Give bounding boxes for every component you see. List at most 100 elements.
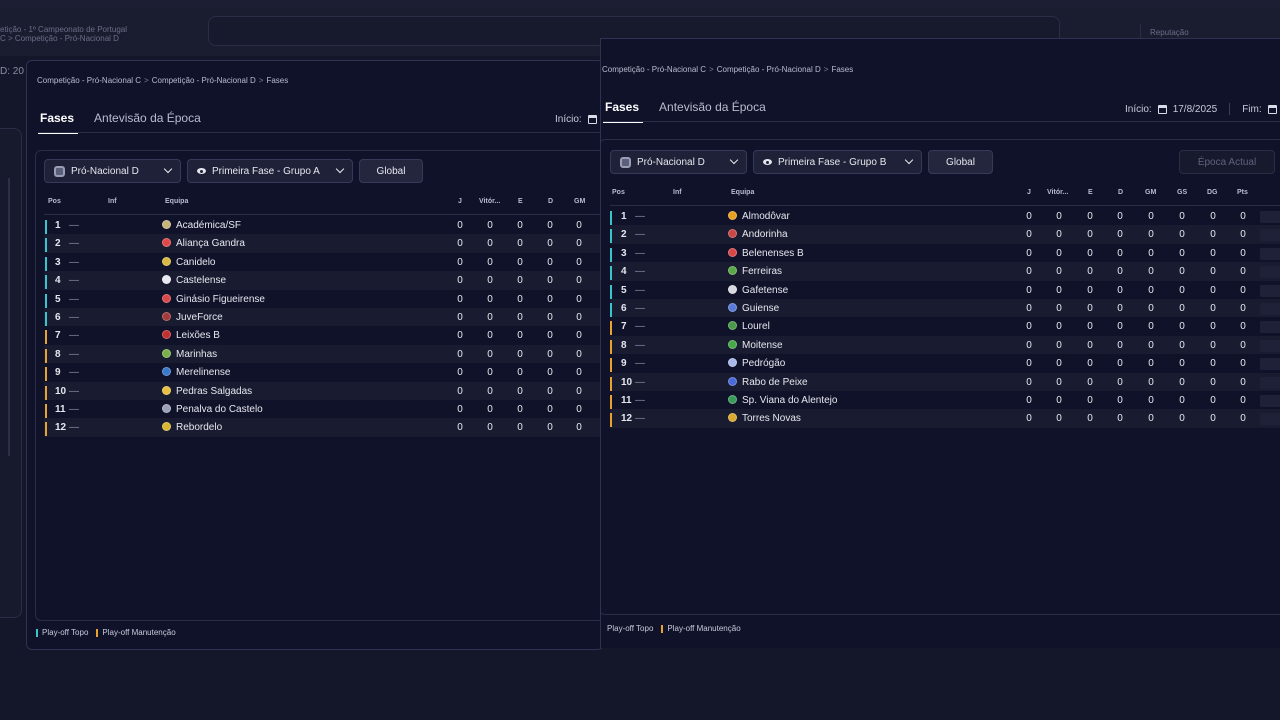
team-cell[interactable]: Rabo de Peixe <box>728 376 808 388</box>
table-row[interactable]: 12— Rebordelo 0 0 0 0 0 <box>44 418 603 437</box>
row-position: 10 <box>55 385 67 397</box>
column-inf[interactable]: Inf <box>108 198 117 205</box>
position-change-icon: — <box>69 404 79 415</box>
column-goal-difference[interactable]: DG <box>1207 189 1218 196</box>
team-cell[interactable]: Pedras Salgadas <box>162 385 252 397</box>
table-row[interactable]: 4 — Castelense 0 0 0 0 0 <box>44 271 603 290</box>
tab-divider <box>38 132 603 133</box>
table-row[interactable]: 6 — JuveForce 0 0 0 0 0 <box>44 308 603 327</box>
column-wins[interactable]: Vitór... <box>479 198 500 205</box>
breadcrumb-item[interactable]: Competição - Pró-Nacional C <box>37 76 141 85</box>
table-row[interactable]: 2 — Andorinha 0 0 0 0 0 0 0 0 <box>610 225 1280 244</box>
calendar-icon[interactable] <box>1267 104 1277 114</box>
table-row[interactable]: 12— Torres Novas 0 0 0 0 0 0 0 0 <box>610 409 1280 428</box>
current-season-button[interactable]: Época Actual <box>1179 150 1275 174</box>
phase-dropdown[interactable]: Primeira Fase - Grupo B <box>753 150 922 174</box>
column-pos[interactable]: Pos <box>612 189 625 196</box>
column-team[interactable]: Equipa <box>165 198 188 205</box>
competition-dropdown[interactable]: Pró-Nacional D <box>610 150 747 174</box>
table-row[interactable]: 10— Pedras Salgadas 0 0 0 0 0 <box>44 381 603 400</box>
phase-dropdown-value: Primeira Fase - Grupo A <box>212 165 320 177</box>
team-cell[interactable]: Gafetense <box>728 284 788 296</box>
global-button[interactable]: Global <box>359 159 423 183</box>
table-row[interactable]: 3 — Canidelo 0 0 0 0 0 <box>44 253 603 271</box>
team-cell[interactable]: Belenenses B <box>728 247 804 259</box>
row-position: 1 <box>621 211 627 222</box>
calendar-icon[interactable] <box>1157 104 1167 114</box>
column-goals-for[interactable]: GM <box>1145 189 1156 196</box>
team-cell[interactable]: Andorinha <box>728 229 788 240</box>
stat-j: 0 <box>457 348 463 360</box>
column-draws[interactable]: E <box>1088 189 1093 196</box>
column-played[interactable]: J <box>458 198 462 205</box>
table-row[interactable]: 7 — Leixões B 0 0 0 0 0 <box>44 326 603 345</box>
table-row[interactable]: 2 — Aliança Gandra 0 0 0 0 0 <box>44 234 603 253</box>
tab-phases[interactable]: Fases <box>38 111 79 134</box>
table-row[interactable]: 11— Penalva do Castelo 0 0 0 0 0 <box>44 400 603 418</box>
tab-season-preview[interactable]: Antevisão da Época <box>659 100 766 123</box>
breadcrumb-item[interactable]: Competição - Pró-Nacional C <box>602 65 706 74</box>
team-cell[interactable]: Ginásio Figueirense <box>162 293 265 305</box>
team-cell[interactable]: Almodôvar <box>728 211 790 222</box>
start-date-value[interactable]: 17/8/2025 <box>1173 104 1218 115</box>
column-losses[interactable]: D <box>1118 189 1123 196</box>
team-cell[interactable]: Merelinense <box>162 367 230 378</box>
team-name: Leixões B <box>176 330 220 342</box>
team-name: Castelense <box>176 275 227 287</box>
table-row[interactable]: 1 — Almodôvar 0 0 0 0 0 0 0 0 <box>610 207 1280 225</box>
table-row[interactable]: 1 — Académica/SF 0 0 0 0 0 <box>44 216 603 234</box>
column-goals-against[interactable]: GS <box>1177 189 1187 196</box>
phase-dropdown[interactable]: Primeira Fase - Grupo A <box>187 159 353 183</box>
table-row[interactable]: 6 — Guiense 0 0 0 0 0 0 0 0 <box>610 299 1280 318</box>
team-cell[interactable]: Pedrógão <box>728 358 785 369</box>
team-cell[interactable]: Moitense <box>728 339 783 351</box>
legend-playoff-relegation: Play-off Manutenção <box>667 624 741 633</box>
team-cell[interactable]: Lourel <box>728 321 770 332</box>
column-wins[interactable]: Vitór... <box>1047 189 1068 196</box>
stat-pts: 0 <box>1240 303 1246 314</box>
team-cell[interactable]: Leixões B <box>162 330 220 341</box>
column-points[interactable]: Pts <box>1237 189 1248 196</box>
breadcrumb-item[interactable]: Competição - Pró-Nacional D <box>717 65 821 74</box>
team-cell[interactable]: JuveForce <box>162 312 223 323</box>
column-goals-for[interactable]: GM <box>574 198 585 205</box>
team-cell[interactable]: Torres Novas <box>728 413 801 424</box>
table-row[interactable]: 9 — Merelinense 0 0 0 0 0 <box>44 363 603 382</box>
column-played[interactable]: J <box>1027 189 1031 196</box>
table-row[interactable]: 5 — Gafetense 0 0 0 0 0 0 0 0 <box>610 281 1280 299</box>
table-row[interactable]: 11— Sp. Viana do Alentejo 0 0 0 0 0 0 0 0 <box>610 391 1280 409</box>
stat-w: 0 <box>1056 376 1062 388</box>
tab-season-preview[interactable]: Antevisão da Época <box>94 111 201 134</box>
breadcrumb-item[interactable]: Competição - Pró-Nacional D <box>152 76 256 85</box>
team-cell[interactable]: Guiense <box>728 303 779 314</box>
column-pos[interactable]: Pos <box>48 198 61 205</box>
table-row[interactable]: 7 — Lourel 0 0 0 0 0 0 0 0 <box>610 317 1280 336</box>
team-cell[interactable]: Castelense <box>162 275 226 286</box>
calendar-icon[interactable] <box>587 115 597 124</box>
team-cell[interactable]: Penalva do Castelo <box>162 404 263 415</box>
tab-phases[interactable]: Fases <box>603 100 644 123</box>
table-row[interactable]: 10— Rabo de Peixe 0 0 0 0 0 0 0 0 <box>610 372 1280 391</box>
playoff-relegation-marker <box>661 624 664 633</box>
stat-j: 0 <box>457 367 463 379</box>
table-row[interactable]: 8 — Marinhas 0 0 0 0 0 <box>44 344 603 364</box>
team-cell[interactable]: Académica/SF <box>162 220 241 231</box>
table-row[interactable]: 5 — Ginásio Figueirense 0 0 0 0 0 <box>44 290 603 308</box>
team-cell[interactable]: Marinhas <box>162 348 217 360</box>
team-cell[interactable]: Canidelo <box>162 256 215 268</box>
table-row[interactable]: 3 — Belenenses B 0 0 0 0 0 0 0 0 <box>610 244 1280 262</box>
table-row[interactable]: 9 — Pedrógão 0 0 0 0 0 0 0 0 <box>610 354 1280 373</box>
column-inf[interactable]: Inf <box>673 189 682 196</box>
table-row[interactable]: 8 — Moitense 0 0 0 0 0 0 0 0 <box>610 335 1280 355</box>
column-team[interactable]: Equipa <box>731 189 754 196</box>
stat-gm: 0 <box>1148 321 1154 333</box>
team-cell[interactable]: Ferreiras <box>728 266 782 277</box>
table-row[interactable]: 4 — Ferreiras 0 0 0 0 0 0 0 0 <box>610 262 1280 281</box>
team-cell[interactable]: Aliança Gandra <box>162 238 245 249</box>
team-cell[interactable]: Sp. Viana do Alentejo <box>728 395 837 406</box>
competition-dropdown[interactable]: Pró-Nacional D <box>44 159 181 183</box>
global-button[interactable]: Global <box>928 150 993 174</box>
team-cell[interactable]: Rebordelo <box>162 422 222 433</box>
column-draws[interactable]: E <box>518 198 523 205</box>
column-losses[interactable]: D <box>548 198 553 205</box>
